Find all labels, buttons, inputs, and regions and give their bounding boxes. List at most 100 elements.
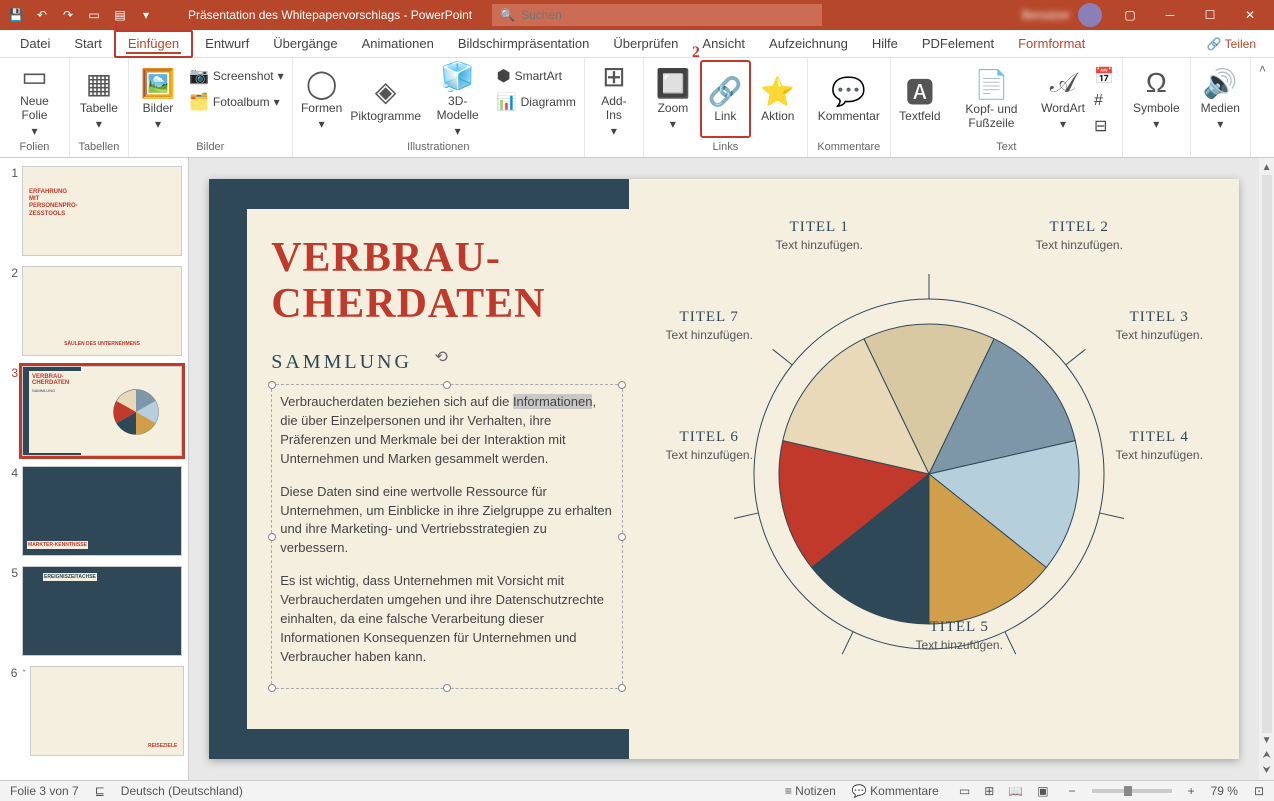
new-slide-button[interactable]: ▭Neue Folie ▾ [4, 60, 65, 138]
tab-ueberpruefen[interactable]: Überprüfen [601, 30, 690, 58]
smartart-button[interactable]: ⬢SmartArt [493, 64, 580, 88]
group-links: Links [648, 139, 803, 155]
group-illustrationen: Illustrationen [297, 139, 580, 155]
search-input[interactable] [521, 8, 814, 22]
text-extra-3[interactable]: ⊟ [1090, 114, 1118, 138]
scroll-up-icon[interactable]: ▲ [1260, 160, 1274, 175]
thumb-3[interactable]: VERBRAU-CHERDATEN SAMMLUNG [22, 366, 182, 456]
zoom-out-icon[interactable]: − [1069, 784, 1076, 798]
qat-more-icon[interactable]: ▾ [134, 3, 158, 27]
screenshot-button[interactable]: 📷Screenshot ▾ [185, 64, 288, 88]
redo-icon[interactable]: ↷ [56, 3, 80, 27]
share-button[interactable]: 🔗 Teilen [1197, 37, 1266, 51]
tab-einfuegen[interactable]: 1 Einfügen [114, 30, 193, 58]
table-button[interactable]: ▦Tabelle ▾ [74, 60, 124, 138]
smartart-icon: ⬢ [497, 66, 511, 86]
tab-animationen[interactable]: Animationen [350, 30, 446, 58]
undo-icon[interactable]: ↶ [30, 3, 54, 27]
pie-label-6[interactable]: TITEL 6Text hinzufügen. [639, 429, 779, 462]
pie-chart[interactable]: TITEL 1Text hinzufügen.TITEL 2Text hinzu… [659, 229, 1199, 719]
search-box[interactable]: 🔍 [492, 4, 822, 26]
tab-ansicht[interactable]: Ansicht [690, 30, 757, 58]
piktogramme-button[interactable]: ◈Piktogramme [349, 60, 423, 138]
reading-view-icon[interactable]: 📖 [1004, 784, 1027, 798]
annotation-2: 2 [692, 44, 700, 62]
diagramm-button[interactable]: 📊Diagramm [493, 90, 580, 114]
thumb-5[interactable]: EREIGNISZEITACHSE [22, 566, 182, 656]
prev-slide-icon[interactable]: ⮝ [1260, 748, 1273, 763]
slideshow-view-icon[interactable]: ▣ [1033, 784, 1052, 798]
accessibility-icon[interactable]: ⊑ [95, 784, 105, 798]
zoom-in-icon[interactable]: + [1188, 784, 1195, 798]
thumb-6[interactable]: REISEZIELE [30, 666, 184, 756]
pie-label-3[interactable]: TITEL 3Text hinzufügen. [1089, 309, 1229, 342]
vertical-scrollbar[interactable]: ▲ ▼ ⮝ ⮟ [1259, 158, 1274, 780]
tab-start[interactable]: Start [62, 30, 113, 58]
zoom-level[interactable]: 79 % [1211, 784, 1238, 798]
maximize-button[interactable]: ☐ [1190, 0, 1230, 30]
addins-button[interactable]: ⊞Add-Ins ▾ [589, 60, 639, 138]
text-extra-2[interactable]: # [1090, 90, 1118, 112]
collapse-ribbon-icon[interactable]: ˄ [1251, 58, 1274, 157]
title-bar: 💾 ↶ ↷ ▭ ▤ ▾ Präsentation des Whitepaperv… [0, 0, 1274, 30]
thumb-1[interactable]: ERFAHRUNGMITPERSONENPRO-ZESSTOOLS [22, 166, 182, 256]
slide-title[interactable]: VERBRAU-CHERDATEN [271, 235, 623, 327]
tab-entwurf[interactable]: Entwurf [193, 30, 261, 58]
textfeld-button[interactable]: 🅰Textfeld [895, 60, 945, 138]
slide-count[interactable]: Folie 3 von 7 [10, 784, 79, 798]
group-bilder: Bilder [133, 139, 288, 155]
ribbon-display-icon[interactable]: ▢ [1110, 0, 1150, 30]
tab-hilfe[interactable]: Hilfe [860, 30, 910, 58]
text-extra-1[interactable]: 📅 [1090, 64, 1118, 88]
tab-pdfelement[interactable]: PDFelement [910, 30, 1006, 58]
kopf-button[interactable]: 📄Kopf- und Fußzeile [947, 60, 1036, 138]
slide: VERBRAU-CHERDATEN SAMMLUNG ⟲ Verbraucher… [209, 179, 1239, 759]
medien-button[interactable]: 🔊Medien ▾ [1195, 60, 1246, 138]
tab-datei[interactable]: Datei [8, 30, 62, 58]
slide-editor[interactable]: VERBRAU-CHERDATEN SAMMLUNG ⟲ Verbraucher… [189, 158, 1259, 780]
bilder-button[interactable]: 🖼️Bilder ▾ [133, 60, 183, 138]
avatar[interactable] [1078, 3, 1102, 27]
pie-label-7[interactable]: TITEL 7Text hinzufügen. [639, 309, 779, 342]
kommentar-button[interactable]: 💬Kommentar [812, 60, 886, 138]
slide-body-text[interactable]: Verbraucherdaten beziehen sich auf die I… [280, 393, 614, 666]
tab-aufzeichnung[interactable]: Aufzeichnung [757, 30, 860, 58]
tab-uebergaenge[interactable]: Übergänge [261, 30, 349, 58]
pie-label-1[interactable]: TITEL 1Text hinzufügen. [749, 219, 889, 252]
rotate-handle-icon[interactable]: ⟲ [435, 347, 448, 367]
link-button[interactable]: 2 🔗Link [700, 60, 751, 138]
minimize-button[interactable]: ─ [1150, 0, 1190, 30]
pie-label-2[interactable]: TITEL 2Text hinzufügen. [1009, 219, 1149, 252]
next-slide-icon[interactable]: ⮟ [1260, 763, 1273, 778]
group-text: Text [895, 139, 1118, 155]
tab-formformat[interactable]: Formformat [1006, 30, 1097, 58]
selected-text[interactable]: Informationen [513, 394, 593, 409]
aktion-button[interactable]: ⭐Aktion [753, 60, 803, 138]
zoom-button[interactable]: 🔲Zoom ▾ [648, 60, 698, 138]
comments-button[interactable]: 💬 Kommentare [852, 784, 939, 798]
close-button[interactable]: ✕ [1230, 0, 1270, 30]
scroll-down-icon[interactable]: ▼ [1260, 733, 1274, 748]
thumb-2[interactable]: SÄULEN DES UNTERNEHMENS [22, 266, 182, 356]
thumb-4[interactable]: MARKTER-KENNTNISSE [22, 466, 182, 556]
save-icon[interactable]: 💾 [4, 3, 28, 27]
annotation-1: 1 [112, 18, 120, 36]
zoom-slider[interactable] [1092, 789, 1172, 793]
formen-button[interactable]: ◯Formen ▾ [297, 60, 347, 138]
pie-label-5[interactable]: TITEL 5Text hinzufügen. [889, 619, 1029, 652]
fotoalbum-button[interactable]: 🗂️Fotoalbum ▾ [185, 90, 288, 114]
language[interactable]: Deutsch (Deutschland) [121, 784, 243, 798]
slideshow-icon[interactable]: ▭ [82, 3, 106, 27]
slide-panel[interactable]: 1 ERFAHRUNGMITPERSONENPRO-ZESSTOOLS 2 SÄ… [0, 158, 189, 780]
notes-button[interactable]: ≡ Notizen [785, 784, 836, 798]
pie-label-4[interactable]: TITEL 4Text hinzufügen. [1089, 429, 1229, 462]
screenshot-icon: 📷 [189, 66, 209, 86]
fit-icon[interactable]: ⊡ [1254, 784, 1264, 798]
wordart-button[interactable]: 𝒜WordArt ▾ [1038, 60, 1088, 138]
3d-button[interactable]: 🧊3D-Modelle ▾ [425, 60, 491, 138]
tab-bildschirm[interactable]: Bildschirmpräsentation [446, 30, 602, 58]
text-selection-box[interactable]: Verbraucherdaten beziehen sich auf die I… [271, 384, 623, 689]
normal-view-icon[interactable]: ▭ [955, 784, 974, 798]
sorter-view-icon[interactable]: ⊞ [980, 784, 998, 798]
symbole-button[interactable]: ΩSymbole ▾ [1127, 60, 1186, 138]
